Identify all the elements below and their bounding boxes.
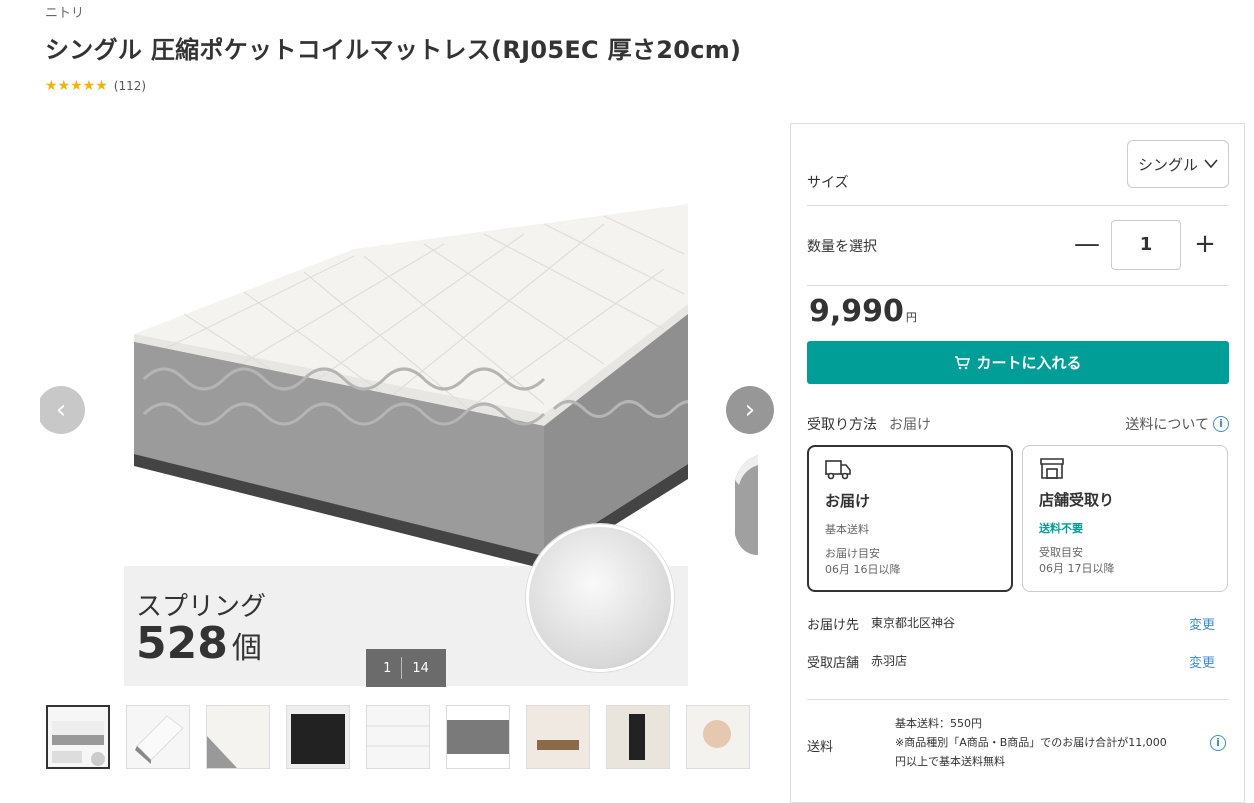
purchase-panel: サイズ シングル 数量を選択 — 1 + 9,990 円 カートに入れる 受取り方… — [790, 123, 1245, 803]
thumbnail[interactable] — [526, 705, 590, 769]
minus-icon: — — [1074, 229, 1100, 259]
delivery-eta-date: 06月 16日以降 — [825, 563, 901, 576]
next-image-peek — [733, 455, 758, 567]
delivery-address-value: 東京都北区神谷 — [871, 616, 956, 630]
thumbnail[interactable] — [446, 705, 510, 769]
rating-stars: ★★★★★ — [45, 78, 108, 94]
info-icon: i — [1213, 416, 1229, 432]
pickup-store-value: 赤羽店 — [871, 654, 908, 668]
thumbnail[interactable] — [286, 705, 350, 769]
shipping-line: ※商品種別「A商品・B商品」でのお届け合計が11,000 — [895, 736, 1167, 749]
size-value: シングル — [1137, 155, 1198, 174]
shipping-info-icon[interactable]: i — [1210, 735, 1226, 751]
thumbnail[interactable] — [686, 705, 750, 769]
shipping-label: 送料 — [807, 740, 834, 755]
review-count[interactable]: (112) — [114, 79, 146, 93]
prev-image-button[interactable]: ‹ — [40, 386, 85, 434]
brand-label[interactable]: ニトリ — [45, 2, 84, 21]
quantity-row: 数量を選択 — 1 + — [807, 206, 1229, 286]
divider — [807, 699, 1229, 700]
delivery-fee-note: 基本送料 — [825, 523, 869, 536]
next-image-button[interactable]: › — [726, 386, 774, 434]
shipping-line: 円以上で基本送料無料 — [895, 755, 1005, 768]
shipping-info-label: 送料について — [1125, 417, 1209, 433]
plus-icon: + — [1194, 229, 1216, 259]
quantity-decrease-button[interactable]: — — [1067, 224, 1107, 264]
price: 9,990 円 — [809, 294, 917, 329]
thumbnail[interactable] — [126, 705, 190, 769]
size-select[interactable]: シングル — [1127, 140, 1229, 188]
pickup-store-label: 受取店舗 — [807, 656, 860, 671]
counter-total: 14 — [412, 660, 429, 676]
spec-value: 528 個 — [136, 618, 262, 669]
coil-closeup-image — [526, 524, 674, 672]
thumbnail[interactable] — [606, 705, 670, 769]
delivery-title: お届け — [825, 492, 871, 510]
shipping-info-link[interactable]: 送料について i — [1125, 414, 1229, 434]
store-pickup-eta-label: 受取目安 — [1039, 546, 1083, 559]
store-pickup-option-card[interactable]: 店舗受取り 送料不要 受取目安 06月 17日以降 — [1022, 445, 1228, 592]
store-icon — [1040, 458, 1064, 479]
chevron-down-icon — [1204, 159, 1218, 169]
quantity-increase-button[interactable]: + — [1185, 224, 1225, 264]
shipping-details: 基本送料：550円 ※商品種別「A商品・B商品」でのお届け合計が11,000 円… — [895, 714, 1215, 771]
add-to-cart-button[interactable]: カートに入れる — [807, 341, 1229, 384]
chevron-right-icon: › — [744, 395, 756, 425]
store-pickup-eta-date: 06月 17日以降 — [1039, 562, 1115, 575]
receive-method-value: お届け — [889, 417, 931, 433]
truck-icon — [825, 460, 851, 480]
change-store-link[interactable]: 変更 — [1189, 652, 1215, 671]
delivery-option-card[interactable]: お届け 基本送料 お届け目安 06月 16日以降 — [807, 445, 1013, 592]
receive-method-label: 受取り方法 — [807, 417, 877, 433]
delivery-address-label: お届け先 — [807, 618, 860, 633]
price-value: 9,990 — [809, 294, 904, 329]
quantity-label: 数量を選択 — [807, 239, 877, 255]
cart-icon — [955, 355, 971, 369]
store-pickup-title: 店舗受取り — [1039, 491, 1115, 509]
size-label: サイズ — [807, 175, 849, 191]
quantity-input[interactable]: 1 — [1111, 220, 1181, 270]
change-address-link[interactable]: 変更 — [1189, 614, 1215, 633]
thumbnail-strip — [46, 705, 750, 769]
thumbnail[interactable] — [206, 705, 270, 769]
counter-divider — [401, 657, 403, 679]
counter-current: 1 — [383, 660, 392, 676]
product-title: シングル 圧縮ポケットコイルマットレス(RJ05EC 厚さ20cm) — [45, 36, 742, 64]
thumbnail[interactable] — [366, 705, 430, 769]
image-gallery: スプリング 528 個 1 14 ‹ › — [40, 110, 775, 700]
add-to-cart-label: カートに入れる — [976, 354, 1082, 372]
image-counter: 1 14 — [366, 649, 446, 687]
shipping-line: 基本送料：550円 — [895, 717, 982, 730]
rating[interactable]: ★★★★★ (112) — [45, 78, 146, 94]
store-pickup-fee-note: 送料不要 — [1039, 522, 1083, 535]
chevron-left-icon: ‹ — [55, 395, 67, 425]
thumbnail[interactable] — [46, 705, 110, 769]
price-unit: 円 — [905, 311, 917, 324]
delivery-eta-label: お届け目安 — [825, 547, 880, 560]
size-row: サイズ シングル — [807, 140, 1229, 206]
